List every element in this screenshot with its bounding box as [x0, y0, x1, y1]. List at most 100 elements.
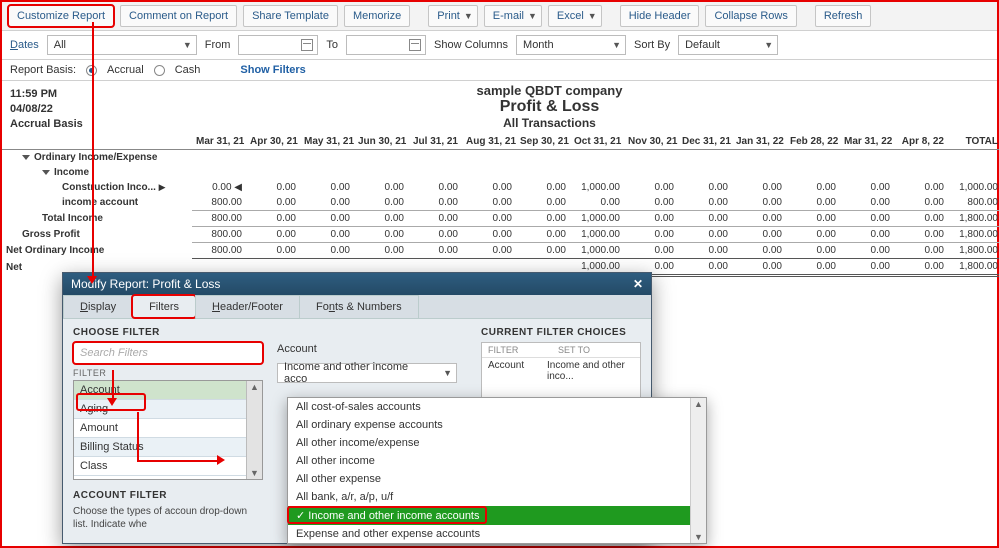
cash-radio[interactable] — [154, 65, 165, 76]
filter-list-item[interactable]: Amount — [74, 419, 246, 438]
search-filters-input[interactable]: Search Filters — [73, 342, 263, 364]
row-label: Total Income — [2, 211, 192, 227]
chevron-down-icon: ▼ — [443, 368, 452, 378]
calendar-icon — [409, 39, 421, 51]
show-filters-link[interactable]: Show Filters — [240, 64, 305, 76]
chevron-down-icon: ▼ — [588, 8, 597, 24]
dropdown-option[interactable]: All cost-of-sales accounts — [288, 398, 690, 416]
cell-value: 0.00 — [678, 211, 732, 227]
show-columns-value: Month — [523, 39, 554, 51]
cell-value: 800.00 — [192, 211, 246, 227]
column-header: Aug 31, 21 — [462, 134, 516, 150]
row-label: Net Ordinary Income — [2, 243, 192, 259]
date-range-row: Dates All ▼ From To Show Columns Month ▼… — [2, 31, 997, 60]
cell-value: 0.00 — [408, 243, 462, 259]
cell-value: 0.00 — [624, 243, 678, 259]
dropdown-option[interactable]: All other expense — [288, 470, 690, 488]
annotation-highlight — [287, 506, 487, 524]
cell-value: 0.00 — [732, 243, 786, 259]
tab-filters[interactable]: Filters — [132, 295, 196, 318]
cell-value: 0.00 — [840, 195, 894, 211]
report-basis: Accrual Basis — [10, 117, 94, 132]
dropdown-option[interactable]: All other income — [288, 452, 690, 470]
dropdown-option[interactable]: All other income/expense — [288, 434, 690, 452]
cell-value: 0.00 — [840, 259, 894, 276]
report-subtitle: All Transactions — [102, 116, 997, 130]
email-button[interactable]: E-mail▼ — [484, 5, 542, 27]
cell-value: 0.00 — [624, 195, 678, 211]
cell-value: 1,800.00 — [948, 227, 999, 243]
column-header: Apr 8, 22 — [894, 134, 948, 150]
row-label: Construction Inco... ▶ — [2, 180, 192, 195]
show-columns-combo[interactable]: Month ▼ — [516, 35, 626, 55]
calendar-icon — [301, 39, 313, 51]
hide-header-button[interactable]: Hide Header — [620, 5, 700, 27]
close-icon[interactable]: ✕ — [633, 277, 643, 291]
tab-header-footer[interactable]: Header/Footer — [195, 295, 300, 318]
cell-value: 1,800.00 — [948, 211, 999, 227]
dialog-titlebar[interactable]: Modify Report: Profit & Loss ✕ — [63, 273, 651, 295]
current-filter-name: Account — [482, 358, 541, 384]
cell-value: 0.00 — [840, 227, 894, 243]
dropdown-option[interactable]: Expense and other expense accounts — [288, 525, 690, 543]
row-label: income account — [2, 195, 192, 211]
report-title-block: sample QBDT company Profit & Loss All Tr… — [102, 81, 997, 134]
current-filter-value: Income and other inco... — [541, 358, 640, 384]
cell-value: 0.00 — [408, 227, 462, 243]
cell-value: 0.00 — [246, 243, 300, 259]
cell-value: 0.00 — [894, 243, 948, 259]
scrollbar[interactable] — [690, 398, 706, 543]
sort-by-value: Default — [685, 39, 720, 51]
cell-value: 800.00 — [192, 227, 246, 243]
sort-by-combo[interactable]: Default ▼ — [678, 35, 778, 55]
customize-report-button[interactable]: Customize Report — [8, 5, 114, 27]
memorize-button[interactable]: Memorize — [344, 5, 410, 27]
column-header: Oct 31, 21 — [570, 134, 624, 150]
collapse-rows-button[interactable]: Collapse Rows — [705, 5, 796, 27]
cell-value: 0.00 — [462, 227, 516, 243]
cell-value: 1,000.00 — [570, 243, 624, 259]
cell-value: 0.00 — [462, 211, 516, 227]
cell-value: 0.00 — [732, 259, 786, 276]
cell-value: 0.00 — [408, 180, 462, 195]
accrual-label: Accrual — [107, 64, 144, 76]
cell-value: 0.00 — [624, 180, 678, 195]
tab-display[interactable]: Display — [63, 295, 133, 318]
cell-value: 0.00 — [678, 180, 732, 195]
cell-value: 0.00 — [462, 243, 516, 259]
cell-value: 0.00 — [354, 227, 408, 243]
chevron-down-icon: ▼ — [612, 40, 621, 50]
cell-value: 0.00 — [786, 180, 840, 195]
comment-on-report-button[interactable]: Comment on Report — [120, 5, 237, 27]
cell-value: 0.00 — [516, 211, 570, 227]
report-table: Mar 31, 21Apr 30, 21May 31, 21Jun 30, 21… — [2, 134, 999, 277]
print-button[interactable]: Print▼ — [428, 5, 478, 27]
cell-value: 0.00 — [732, 180, 786, 195]
tab-fonts-numbers[interactable]: Fonts & Numbers — [299, 295, 419, 318]
dates-combo[interactable]: All ▼ — [47, 35, 197, 55]
cell-value: 0.00 — [678, 259, 732, 276]
dropdown-option[interactable]: All bank, a/r, a/p, u/f — [288, 488, 690, 506]
cell-value: 0.00 — [300, 227, 354, 243]
dropdown-option[interactable]: All ordinary expense accounts — [288, 416, 690, 434]
from-label: From — [205, 39, 231, 51]
col-filter: FILTER — [482, 343, 552, 357]
cell-value: 0.00 — [786, 227, 840, 243]
account-filter-combo[interactable]: Income and other income acco ▼ — [277, 363, 457, 383]
cell-value: 0.00 — [786, 243, 840, 259]
dates-value: All — [54, 39, 66, 51]
share-template-button[interactable]: Share Template — [243, 5, 338, 27]
excel-button[interactable]: Excel▼ — [548, 5, 602, 27]
to-date-input[interactable] — [346, 35, 426, 55]
scrollbar[interactable] — [246, 381, 262, 479]
cell-value: 1,800.00 — [948, 259, 999, 276]
cell-value: 0.00 ◀ — [192, 180, 246, 195]
cell-value: 0.00 — [624, 227, 678, 243]
row-label: Ordinary Income/Expense — [2, 150, 192, 166]
refresh-button[interactable]: Refresh — [815, 5, 872, 27]
cell-value: 0.00 — [408, 195, 462, 211]
choose-filter-heading: CHOOSE FILTER — [73, 327, 263, 338]
cell-value: 0.00 — [678, 227, 732, 243]
cell-value: 1,000.00 — [948, 180, 999, 195]
from-date-input[interactable] — [238, 35, 318, 55]
